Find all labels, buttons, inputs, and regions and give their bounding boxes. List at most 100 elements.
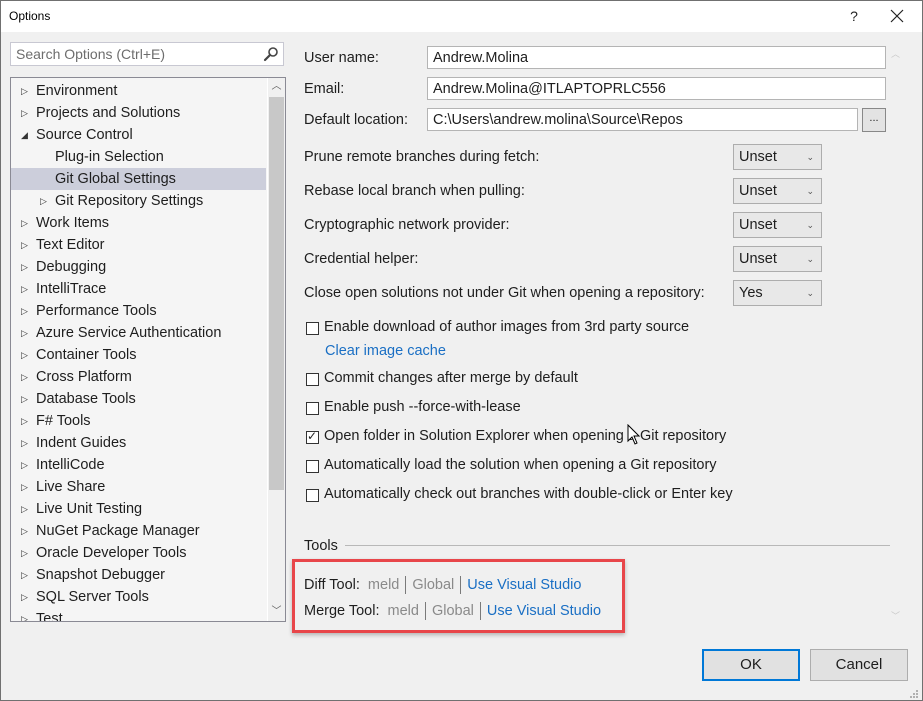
tree-item[interactable]: ▷ SQL Server Tools — [11, 586, 266, 608]
dropdown-select[interactable]: Yes ⌄ — [733, 280, 822, 306]
tree-item[interactable]: ▷ Work Items — [11, 212, 266, 234]
search-icon[interactable] — [263, 46, 279, 62]
highlight-box — [292, 559, 625, 633]
tree-item[interactable]: ▷ Test — [11, 608, 266, 621]
chevron-down-icon: ⌄ — [806, 254, 814, 264]
tree-item[interactable]: Git Global Settings — [11, 168, 266, 190]
panel-scroll-down-icon[interactable]: ﹀ — [891, 609, 900, 622]
tree-item-label: Indent Guides — [36, 435, 127, 451]
collapsed-arrow-icon[interactable]: ▷ — [21, 300, 31, 322]
dropdown-value: Unset — [739, 149, 777, 165]
default-location-field[interactable] — [427, 108, 858, 131]
tree-item-label: Debugging — [36, 259, 107, 275]
collapsed-arrow-icon[interactable]: ▷ — [21, 586, 31, 608]
tree-scrollbar[interactable]: ︿ ﹀ — [267, 78, 285, 621]
collapsed-arrow-icon[interactable]: ▷ — [21, 454, 31, 476]
checkbox-label[interactable]: Commit changes after merge by default — [324, 370, 578, 386]
tree-item[interactable]: ▷ Performance Tools — [11, 300, 266, 322]
tree-item[interactable]: ▷ Snapshot Debugger — [11, 564, 266, 586]
options-tree[interactable]: ▷ Test ▷ SQL Server Tools ▷ Snapshot Debugger… — [10, 77, 286, 622]
help-button[interactable]: ? — [839, 4, 869, 28]
collapsed-arrow-icon[interactable]: ▷ — [21, 278, 31, 300]
checkbox[interactable] — [306, 489, 319, 502]
tree-item[interactable]: ▷ NuGet Package Manager — [11, 520, 266, 542]
scroll-thumb[interactable] — [269, 97, 284, 490]
default-location-input[interactable] — [428, 109, 857, 130]
collapsed-arrow-icon[interactable]: ▷ — [21, 344, 31, 366]
tree-item[interactable]: ▷ Cross Platform — [11, 366, 266, 388]
collapsed-arrow-icon[interactable]: ▷ — [21, 388, 31, 410]
tree-item[interactable]: ▷ IntelliTrace — [11, 278, 266, 300]
diff-use-visual-studio-link[interactable]: Use Visual Studio — [467, 577, 581, 593]
tree-item[interactable]: ▷ Git Repository Settings — [11, 190, 266, 212]
checkbox-label[interactable]: Enable download of author images from 3r… — [324, 319, 689, 335]
checkbox[interactable] — [306, 402, 319, 415]
collapsed-arrow-icon[interactable]: ▷ — [21, 564, 31, 586]
collapsed-arrow-icon[interactable]: ▷ — [21, 212, 31, 234]
scroll-up-icon[interactable]: ︿ — [268, 78, 285, 96]
checkbox-label[interactable]: Open folder in Solution Explorer when op… — [324, 428, 726, 444]
collapsed-arrow-icon[interactable]: ▷ — [21, 498, 31, 520]
search-input[interactable] — [11, 43, 256, 65]
tree-item[interactable]: ▷ F# Tools — [11, 410, 266, 432]
expanded-arrow-icon[interactable]: ◢ — [21, 124, 31, 146]
ok-button[interactable]: OK — [702, 649, 800, 681]
tree-item[interactable]: ▷ Indent Guides — [11, 432, 266, 454]
scroll-down-icon[interactable]: ﹀ — [268, 603, 285, 621]
tree-item[interactable]: ▷ IntelliCode — [11, 454, 266, 476]
cancel-button[interactable]: Cancel — [810, 649, 908, 681]
search-options-box[interactable] — [10, 42, 284, 66]
tree-item-label: Snapshot Debugger — [36, 567, 165, 583]
checkbox[interactable] — [306, 460, 319, 473]
collapsed-arrow-icon[interactable]: ▷ — [21, 366, 31, 388]
collapsed-arrow-icon[interactable]: ▷ — [21, 542, 31, 564]
checkbox[interactable]: ✓ — [306, 429, 319, 444]
collapsed-arrow-icon[interactable]: ▷ — [21, 256, 31, 278]
tree-item-label: Projects and Solutions — [36, 105, 181, 121]
collapsed-arrow-icon[interactable]: ▷ — [21, 80, 31, 102]
checkbox-label[interactable]: Enable push --force-with-lease — [324, 399, 521, 415]
tree-item[interactable]: ▷ Azure Service Authentication — [11, 322, 266, 344]
tree-item[interactable]: ▷ Database Tools — [11, 388, 266, 410]
dropdown-select[interactable]: Unset ⌄ — [733, 246, 822, 272]
tree-item[interactable]: ▷ Container Tools — [11, 344, 266, 366]
checkbox[interactable] — [306, 373, 319, 386]
email-input[interactable] — [428, 78, 885, 99]
dropdown-select[interactable]: Unset ⌄ — [733, 212, 822, 238]
separator — [424, 602, 426, 620]
checkbox[interactable] — [306, 322, 319, 335]
user-name-input[interactable] — [428, 47, 885, 68]
collapsed-arrow-icon[interactable]: ▷ — [21, 410, 31, 432]
close-button[interactable] — [877, 4, 917, 28]
tree-item[interactable]: ▷ Text Editor — [11, 234, 266, 256]
collapsed-arrow-icon[interactable]: ▷ — [21, 102, 31, 124]
collapsed-arrow-icon[interactable]: ▷ — [21, 322, 31, 344]
checkbox-label[interactable]: Automatically check out branches with do… — [324, 486, 733, 502]
user-name-field[interactable] — [427, 46, 886, 69]
tree-item-label: Work Items — [36, 215, 110, 231]
resize-grip-icon[interactable] — [907, 687, 919, 699]
panel-scroll-up-icon[interactable]: ︿ — [891, 47, 900, 60]
collapsed-arrow-icon[interactable]: ▷ — [21, 608, 31, 621]
merge-use-visual-studio-link[interactable]: Use Visual Studio — [487, 603, 601, 619]
browse-button[interactable]: ... — [862, 108, 886, 132]
tree-item[interactable]: ▷ Environment — [11, 80, 266, 102]
email-field[interactable] — [427, 77, 886, 100]
collapsed-arrow-icon[interactable]: ▷ — [21, 234, 31, 256]
clear-image-cache-link[interactable]: Clear image cache — [325, 343, 446, 359]
collapsed-arrow-icon[interactable]: ▷ — [21, 432, 31, 454]
collapsed-arrow-icon[interactable]: ▷ — [21, 520, 31, 542]
collapsed-arrow-icon[interactable]: ▷ — [21, 476, 31, 498]
dropdown-select[interactable]: Unset ⌄ — [733, 178, 822, 204]
checkbox-label[interactable]: Automatically load the solution when ope… — [324, 457, 717, 473]
tree-item[interactable]: Plug-in Selection — [11, 146, 266, 168]
tree-item[interactable]: ▷ Oracle Developer Tools — [11, 542, 266, 564]
tree-item[interactable]: ◢ Source Control — [11, 124, 266, 146]
tree-item[interactable]: ▷ Live Unit Testing — [11, 498, 266, 520]
collapsed-arrow-icon[interactable]: ▷ — [40, 190, 50, 212]
tree-item[interactable]: ▷ Live Share — [11, 476, 266, 498]
tree-item[interactable]: ▷ Debugging — [11, 256, 266, 278]
chevron-down-icon: ⌄ — [806, 152, 814, 162]
tree-item[interactable]: ▷ Projects and Solutions — [11, 102, 266, 124]
dropdown-select[interactable]: Unset ⌄ — [733, 144, 822, 170]
